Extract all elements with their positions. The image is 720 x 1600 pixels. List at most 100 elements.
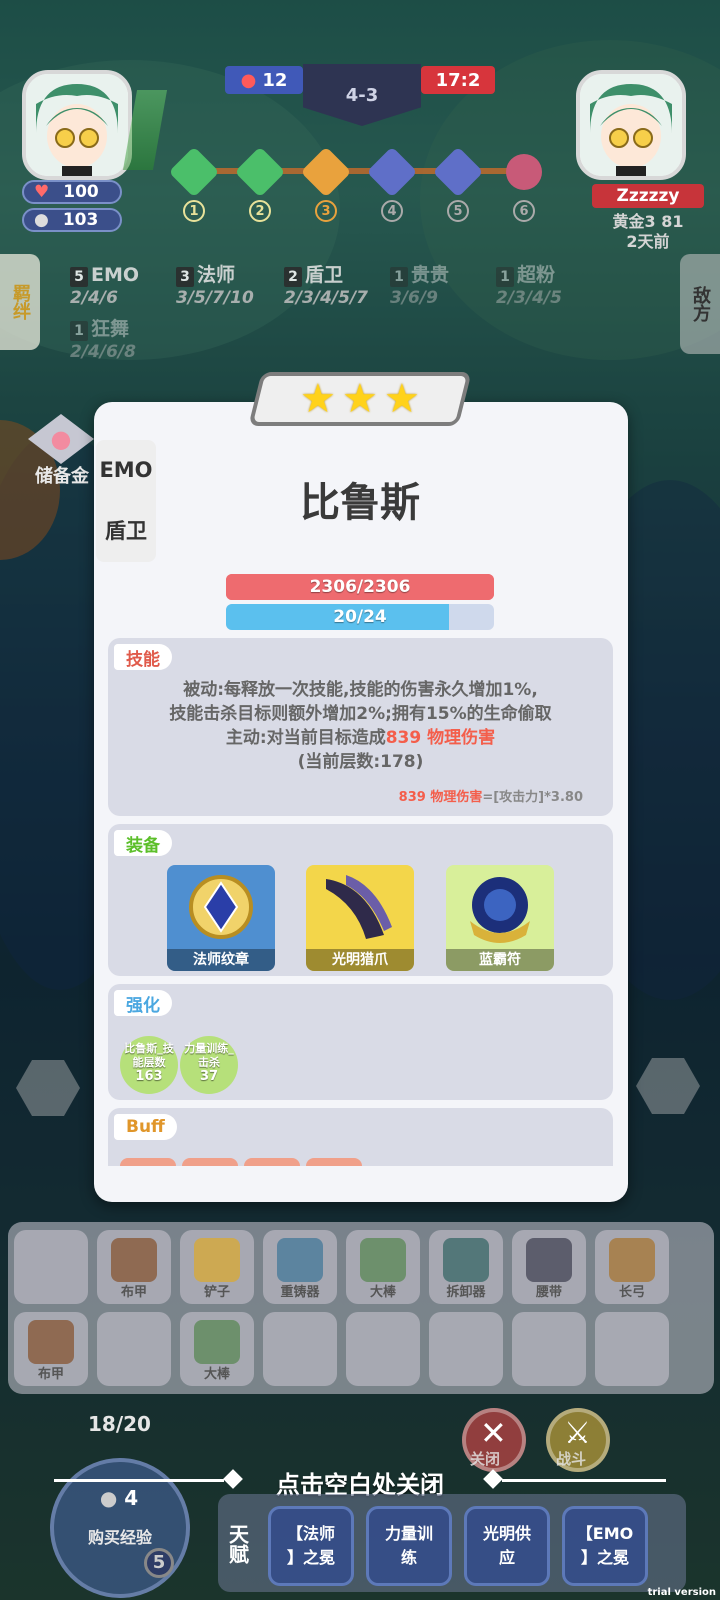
equip-blue-buff[interactable]: 蓝霸符: [446, 865, 554, 971]
item-name: 布甲: [120, 1285, 147, 1300]
hero-tag[interactable]: 盾卫: [96, 500, 156, 560]
item-name: 大棒: [203, 1367, 230, 1382]
buff-chip[interactable]: [244, 1158, 300, 1166]
claw-icon: [326, 875, 392, 939]
coin-pill: ● 103: [22, 208, 122, 232]
talent-tab[interactable]: 天赋: [220, 1500, 256, 1588]
enhance-name: 比鲁斯_技能层数: [124, 1042, 174, 1069]
enemy-tab[interactable]: 敌方: [680, 254, 720, 354]
inventory-slot[interactable]: 铲子: [180, 1230, 254, 1304]
player-avatar[interactable]: [22, 70, 132, 180]
equip-mage-emblem[interactable]: 法师纹章: [167, 865, 275, 971]
trait-fan[interactable]: 1 超粉 2/3/4/5: [496, 264, 562, 309]
skill-label: 技能: [114, 644, 172, 670]
equip-label: 装备: [114, 830, 172, 856]
trait-count: 3: [176, 267, 194, 287]
inventory-slot[interactable]: 布甲: [14, 1312, 88, 1386]
galaxy-orb-icon: [470, 877, 530, 943]
inventory-slot[interactable]: 长弓: [595, 1230, 669, 1304]
inventory-slot[interactable]: 大棒: [346, 1230, 420, 1304]
anime-avatar-icon: [580, 74, 682, 176]
trait-levels: 2/4/6: [70, 288, 118, 308]
trait-levels: 2/3/4/5/7: [284, 288, 368, 308]
mana-bar-text: 20/24: [333, 607, 387, 627]
equip-light-claw[interactable]: 光明猎爪: [306, 865, 414, 971]
buff-chip[interactable]: [182, 1158, 238, 1166]
watermark: trial version: [647, 1587, 716, 1598]
enhance-value: 37: [199, 1069, 219, 1084]
right-score: 17:2: [421, 66, 495, 94]
formula-damage: 839 物理伤害: [398, 790, 483, 805]
stage-num-6: 6: [513, 200, 535, 222]
inventory-slot[interactable]: [512, 1312, 586, 1386]
item-icon: [194, 1320, 240, 1364]
trait-noble[interactable]: 1 贵贵 3/6/9: [390, 264, 449, 309]
skill-line: 被动:每释放一次技能,技能的伤害永久增加1%,: [183, 680, 538, 700]
trait-name: 贵贵: [411, 264, 450, 286]
heart-icon: ♥: [34, 182, 50, 202]
crossed-swords-icon: ⚔: [564, 1416, 591, 1451]
right-score-value: 17:2: [435, 69, 481, 91]
left-score-value: 12: [262, 69, 288, 91]
inventory-slot[interactable]: [346, 1312, 420, 1386]
equip-name: 光明猎爪: [306, 949, 414, 971]
hero-tag[interactable]: EMO: [96, 440, 156, 500]
trait-emo[interactable]: 5 EMO 2/4/6: [70, 264, 139, 309]
hero-name: 比鲁斯: [300, 480, 420, 526]
star-icon: ★: [383, 376, 420, 422]
item-icon: [277, 1238, 323, 1282]
equip-name: 法师纹章: [167, 949, 275, 971]
item-name: 重铸器: [280, 1285, 320, 1300]
enhance-badge[interactable]: 力量训练_击杀 37: [180, 1036, 238, 1094]
player-level: 5: [144, 1548, 174, 1578]
item-icon: [526, 1238, 572, 1282]
enhance-badge[interactable]: 比鲁斯_技能层数 163: [120, 1036, 178, 1094]
item-icon: [194, 1238, 240, 1282]
trait-dance[interactable]: 1 狂舞 2/4/6/8: [70, 318, 136, 363]
skill-line-active: 主动:对当前目标造成839 物理伤害: [108, 726, 613, 750]
talent-card[interactable]: 【法师 】之冕: [268, 1506, 354, 1586]
inventory-slot[interactable]: [263, 1312, 337, 1386]
inventory-slot[interactable]: [14, 1230, 88, 1304]
trait-levels: 3/6/9: [390, 288, 438, 308]
inventory-slot[interactable]: 大棒: [180, 1312, 254, 1386]
item-icon: [443, 1238, 489, 1282]
buff-section: Buff: [108, 1108, 613, 1166]
buff-chip[interactable]: [120, 1158, 176, 1166]
trait-count: 2: [284, 267, 302, 287]
inventory-slot[interactable]: [595, 1312, 669, 1386]
star-rating: ★ ★ ★: [248, 372, 472, 426]
buy-exp-label: 购买经验: [87, 1528, 152, 1547]
item-name: 腰带: [535, 1285, 562, 1300]
opponent-avatar[interactable]: [576, 70, 686, 180]
inventory-slot[interactable]: [429, 1312, 503, 1386]
stage-num-4: 4: [381, 200, 403, 222]
trait-guard[interactable]: 2 盾卫 2/3/4/5/7: [284, 264, 368, 309]
opponent-name: Zzzzzy: [592, 184, 704, 208]
star-icon: ★: [342, 376, 378, 422]
inventory-slot[interactable]: 重铸器: [263, 1230, 337, 1304]
anime-avatar-icon: [26, 74, 128, 176]
talent-card[interactable]: 光明供 应: [464, 1506, 550, 1586]
damage-formula: 839 物理伤害=[攻击力]*3.80: [399, 786, 583, 805]
stage-num-2: 2: [249, 200, 271, 222]
trait-count: 1: [390, 267, 408, 287]
inventory-slot[interactable]: 拆卸器: [429, 1230, 503, 1304]
opponent-time: 2天前: [626, 232, 670, 251]
coin-icon: ●: [34, 210, 49, 230]
skill-description: 被动:每释放一次技能,技能的伤害永久增加1%, 技能击杀目标则额外增加2%;拥有…: [108, 678, 613, 774]
piggy-icon: ●: [50, 425, 72, 453]
hp-bar: 2306/2306: [226, 574, 494, 600]
talent-card[interactable]: 力量训 练: [366, 1506, 452, 1586]
traits-tab[interactable]: 羁绊: [0, 254, 40, 350]
inventory-slot[interactable]: 腰带: [512, 1230, 586, 1304]
trait-mage[interactable]: 3 法师 3/5/7/10: [176, 264, 254, 309]
exp-text: 18/20: [88, 1412, 151, 1436]
item-name: 布甲: [37, 1367, 64, 1382]
buff-chip[interactable]: [306, 1158, 362, 1166]
talent-card[interactable]: 【EMO 】之冕: [562, 1506, 648, 1586]
inventory-slot[interactable]: [97, 1312, 171, 1386]
mage-emblem-icon: [189, 875, 253, 939]
inventory-slot[interactable]: 布甲: [97, 1230, 171, 1304]
trait-levels: 3/5/7/10: [176, 288, 254, 308]
